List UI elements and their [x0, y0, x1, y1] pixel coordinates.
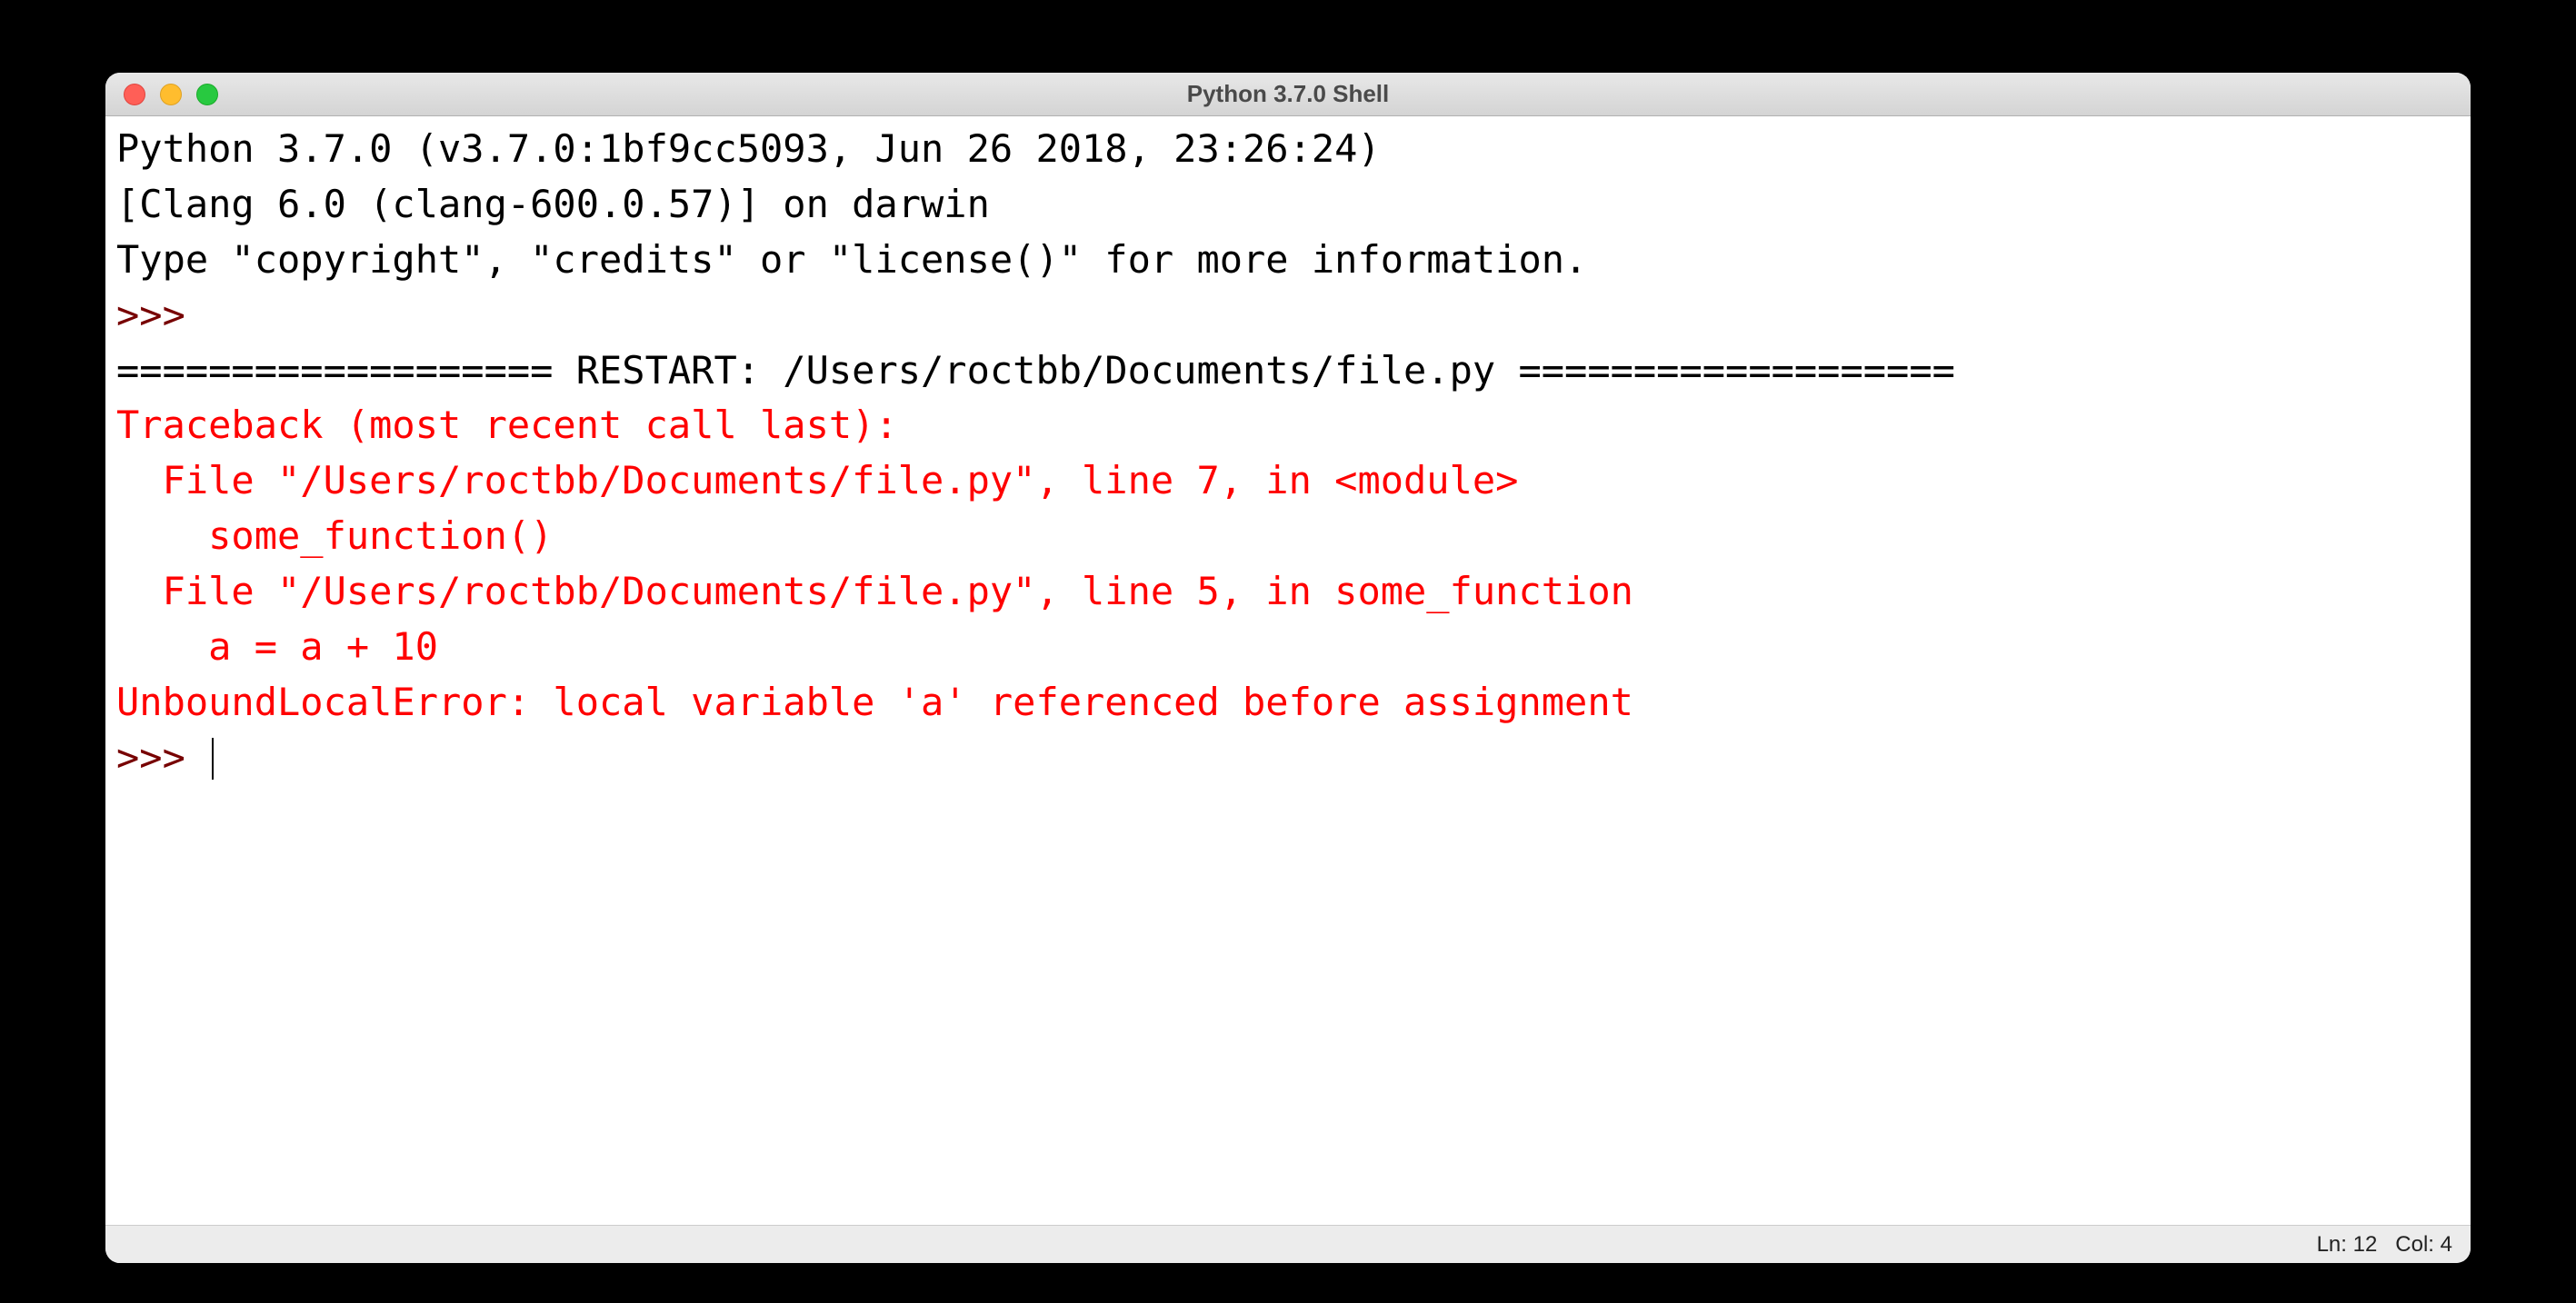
- traceback-frame2-file: File "/Users/roctbb/Documents/file.py", …: [116, 569, 1633, 613]
- help-line: Type "copyright", "credits" or "license(…: [116, 237, 1587, 282]
- python-version-line: Python 3.7.0 (v3.7.0:1bf9cc5093, Jun 26 …: [116, 126, 1403, 171]
- status-line: Ln: 12: [2317, 1232, 2378, 1258]
- window-title: Python 3.7.0 Shell: [1187, 80, 1390, 108]
- traceback-frame1-file: File "/Users/roctbb/Documents/file.py", …: [116, 458, 1518, 502]
- traceback-error: UnboundLocalError: local variable 'a' re…: [116, 680, 1633, 724]
- traceback-frame1-code: some_function(): [116, 513, 553, 558]
- traffic-lights: [124, 84, 218, 105]
- compiler-line: [Clang 6.0 (clang-600.0.57)] on darwin: [116, 182, 990, 226]
- prompt: >>>: [116, 735, 208, 780]
- idle-shell-window: Python 3.7.0 Shell Python 3.7.0 (v3.7.0:…: [105, 73, 2471, 1263]
- prompt: >>>: [116, 293, 208, 337]
- traceback-frame2-code: a = a + 10: [116, 624, 438, 669]
- close-button[interactable]: [124, 84, 145, 105]
- shell-text-area[interactable]: Python 3.7.0 (v3.7.0:1bf9cc5093, Jun 26 …: [105, 116, 2471, 1225]
- window-titlebar[interactable]: Python 3.7.0 Shell: [105, 73, 2471, 116]
- text-cursor: [212, 738, 214, 780]
- status-bar: Ln: 12 Col: 4: [105, 1225, 2471, 1263]
- restart-line: =================== RESTART: /Users/roct…: [116, 348, 1955, 393]
- minimize-button[interactable]: [160, 84, 182, 105]
- maximize-button[interactable]: [196, 84, 218, 105]
- status-col: Col: 4: [2395, 1232, 2452, 1258]
- traceback-header: Traceback (most recent call last):: [116, 403, 898, 447]
